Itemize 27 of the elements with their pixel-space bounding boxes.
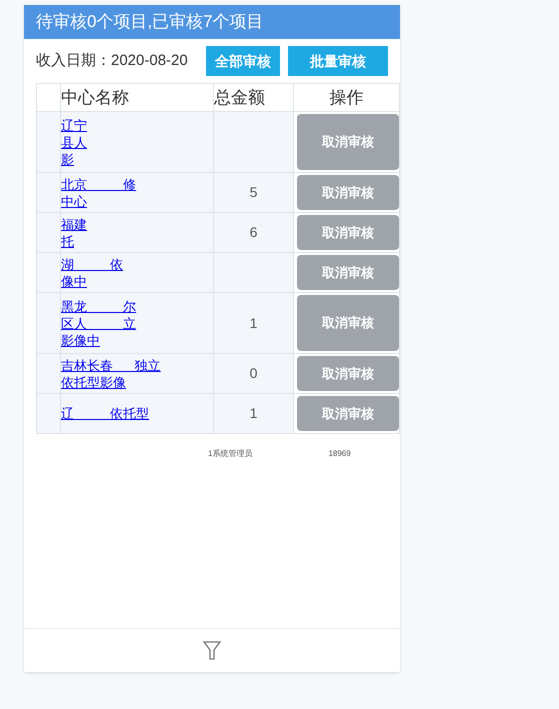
center-name-link[interactable]: 县人 (61, 134, 213, 150)
center-name-link[interactable]: 中心 (61, 192, 213, 210)
amount-text: 0 (250, 365, 258, 381)
center-name-link[interactable]: 黑龙 尔 (61, 298, 213, 314)
center-name-link[interactable]: 吉林长春 独立 (61, 356, 213, 374)
operator-text: 1系统管理员 (208, 448, 252, 460)
center-name-link[interactable]: 托 (61, 232, 213, 250)
amount-text: 1 (250, 314, 258, 330)
center-name-link[interactable]: 影 (61, 150, 213, 168)
header-title: 待审核0个项目,已审核7个项目 (36, 11, 264, 34)
filter-icon[interactable] (203, 640, 221, 660)
center-name-link[interactable]: 福建 (61, 216, 213, 232)
amount-text: 6 (250, 224, 258, 240)
column-header: 操作 (330, 88, 364, 107)
amount-text: 1 (250, 405, 258, 421)
amount-text: 5 (250, 184, 258, 200)
column-header: 总金额 (214, 88, 265, 107)
center-name-link[interactable]: 北京 修 (61, 176, 213, 192)
center-name-link[interactable]: 依托型影像 (61, 374, 213, 390)
center-name-link[interactable]: 湖 依 (61, 256, 213, 272)
date-label: 收入日期：2020-08-20 (36, 50, 189, 71)
center-name-link[interactable]: 辽宁 (61, 116, 213, 134)
column-header: 中心名称 (61, 88, 129, 107)
center-name-link[interactable]: 影像中 (61, 332, 213, 348)
center-name-link[interactable]: 像中 (61, 272, 213, 290)
center-name-link[interactable]: 区人 立 (61, 314, 213, 332)
phone-text: 18969 (328, 448, 351, 460)
